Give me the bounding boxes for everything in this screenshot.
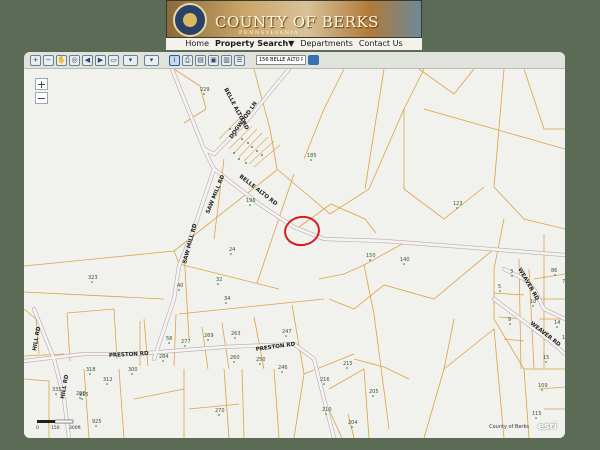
parcel-label: 123 — [453, 201, 463, 207]
parcel-label: 247 — [282, 329, 292, 335]
draw-dropdown-icon[interactable]: ▾ — [144, 55, 159, 66]
parcel-label: 32 — [216, 277, 222, 283]
parcel-label: 34 — [224, 296, 230, 302]
map-credit: County of Berks — [489, 424, 529, 430]
search-go-button[interactable] — [308, 55, 319, 65]
parcel-label: 1 — [562, 335, 565, 341]
identify-info-icon[interactable]: i — [169, 55, 180, 66]
nav-property-search[interactable]: Property Search▼ — [215, 38, 294, 50]
parcel-label: 269 — [204, 333, 214, 339]
road-label-preston-rd-left: PRESTON RD — [109, 351, 149, 359]
county-title: COUNTY OF BERKS — [215, 13, 379, 31]
zoom-in-button[interactable]: + — [35, 78, 48, 90]
parcel-label: 323 — [88, 275, 98, 281]
parcel-label: 318 — [86, 367, 96, 373]
nav-departments[interactable]: Departments — [300, 38, 353, 50]
parcel-label: 196 — [246, 198, 256, 204]
county-subtitle: PENNSYLVANIA — [239, 30, 300, 36]
full-extent-globe-icon[interactable]: ◎ — [69, 55, 80, 66]
parcel-label: 58 — [166, 336, 172, 342]
parcel-label: 5 — [498, 284, 501, 290]
scale-label-300: 300ft — [69, 425, 81, 431]
parcel-label: 277 — [181, 339, 191, 345]
parcel-label: 284 — [159, 354, 169, 360]
back-arrow-icon[interactable]: ◀ — [82, 55, 93, 66]
county-banner: COUNTY OF BERKS PENNSYLVANIA — [166, 0, 422, 38]
map-panel: + − ✋ ◎ ◀ ▶ ▭ ▾ ▾ i ⎙ ▤ ▣ ▥ ☰ 156 BELLE … — [24, 52, 565, 438]
zoom-out-button[interactable]: − — [35, 92, 48, 104]
select-box-icon[interactable]: ▭ — [108, 55, 119, 66]
parcel-label: 210 — [322, 407, 332, 413]
road-label-saw-mill-rd-2: SAW MILL RD — [182, 223, 199, 265]
measure-dropdown-icon[interactable]: ▾ — [123, 55, 138, 66]
scale-label-150: 150 — [51, 425, 60, 431]
county-seal-logo — [173, 3, 207, 37]
parcel-label: 263 — [231, 331, 241, 337]
parcel-label: 185 — [307, 153, 317, 159]
parcel-label: 335 — [52, 387, 62, 393]
road-label-hill-rd-upper: HILL RD — [32, 326, 42, 351]
parcel-label: 300 — [128, 367, 138, 373]
parcel-label: 10 — [530, 299, 536, 305]
parcel-label: 115 — [532, 411, 542, 417]
zoom-in-tool-icon[interactable]: + — [30, 55, 41, 66]
search-input[interactable] — [256, 55, 306, 65]
print-map-icon[interactable]: ▤ — [195, 55, 206, 66]
export-icon[interactable]: ▥ — [221, 55, 232, 66]
zoom-out-tool-icon[interactable]: − — [43, 55, 54, 66]
parcel-label: 204 — [348, 420, 358, 426]
map-toolbar: + − ✋ ◎ ◀ ▶ ▭ ▾ ▾ i ⎙ ▤ ▣ ▥ ☰ — [24, 52, 565, 69]
nav-contact-us[interactable]: Contact Us — [359, 38, 403, 50]
road-label-hill-rd-lower: HILL RD — [60, 374, 70, 399]
parcel-label: 312 — [103, 377, 113, 383]
parcel-label: 40 — [177, 283, 183, 289]
top-nav: Home Property Search▼ Departments Contac… — [166, 38, 422, 50]
layers-icon[interactable]: ▣ — [208, 55, 219, 66]
parcel-label: 215 — [343, 361, 353, 367]
parcel-label: 140 — [400, 257, 410, 263]
parcel-label: 246 — [278, 365, 288, 371]
esri-logo: esri — [538, 422, 557, 432]
forward-arrow-icon[interactable]: ▶ — [95, 55, 106, 66]
parcel-label: 7 — [562, 279, 565, 285]
scale-bar: 0 150 300ft — [36, 419, 81, 431]
nav-home[interactable]: Home — [185, 38, 209, 50]
parcel-label: 250 — [256, 357, 266, 363]
parcel-label: 86 — [551, 268, 557, 274]
scale-label-0: 0 — [36, 425, 39, 431]
parcel-label: 915 — [79, 392, 89, 398]
pan-hand-icon[interactable]: ✋ — [56, 55, 67, 66]
parcel-label: 109 — [538, 383, 548, 389]
parcel-map[interactable]: BELLE ALTO RD BELLE ALTO RD DOGWOOD LN S… — [24, 69, 565, 438]
list-icon[interactable]: ☰ — [234, 55, 245, 66]
parcel-label: 3 — [510, 269, 513, 275]
parcel-label: 260 — [230, 355, 240, 361]
dogwood-lots — [218, 118, 281, 168]
parcel-label: 229 — [200, 87, 210, 93]
parcel-label: 14 — [554, 320, 560, 326]
parcel-label: 270 — [215, 408, 225, 414]
parcel-label: 9 — [508, 317, 511, 323]
parcel-labels: 229 185 123 196 24 150 140 323 32 40 34 … — [52, 87, 565, 428]
parcel-label: 15 — [543, 355, 549, 361]
parcel-label: 150 — [366, 253, 376, 259]
print-icon[interactable]: ⎙ — [182, 55, 193, 66]
parcel-label: 24 — [229, 247, 235, 253]
parcel-label: 216 — [320, 377, 330, 383]
parcel-label: 205 — [369, 389, 379, 395]
parcel-map-svg: BELLE ALTO RD BELLE ALTO RD DOGWOOD LN S… — [24, 69, 565, 438]
